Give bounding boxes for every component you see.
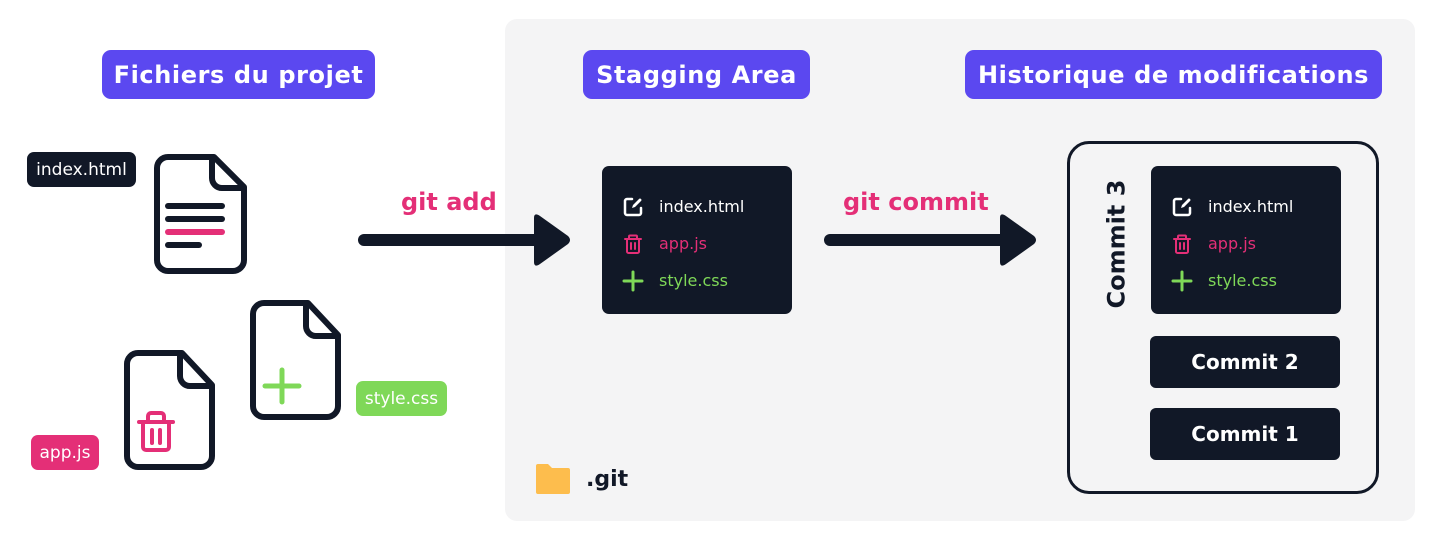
- document-plus-icon: [250, 300, 341, 420]
- edit-icon: [1171, 196, 1193, 218]
- change-item-deleted: app.js: [1171, 225, 1341, 262]
- heading-history: Historique de modifications: [965, 50, 1382, 99]
- plus-icon: [1171, 270, 1193, 292]
- commit-3-changes-panel: index.html app.js style.css: [1151, 166, 1341, 314]
- heading-staging-area: Stagging Area: [583, 50, 810, 99]
- change-item-deleted: app.js: [622, 225, 792, 262]
- commit-1-block: Commit 1: [1150, 408, 1340, 460]
- change-file-name: index.html: [659, 197, 745, 216]
- file-tag-style-css: style.css: [356, 381, 447, 416]
- file-tag-app-js: app.js: [31, 435, 99, 470]
- change-file-name: app.js: [659, 234, 707, 253]
- document-trash-icon: [124, 350, 215, 470]
- folder-icon: [536, 464, 570, 494]
- trash-icon: [1171, 233, 1193, 255]
- change-item-modified: index.html: [1171, 188, 1341, 225]
- plus-icon: [622, 270, 644, 292]
- file-tag-index-html: index.html: [27, 152, 136, 187]
- arrow-right-icon: [358, 214, 570, 266]
- change-file-name: app.js: [1208, 234, 1256, 253]
- change-item-added: style.css: [622, 262, 792, 299]
- git-folder-name: .git: [586, 466, 629, 492]
- change-file-name: style.css: [659, 271, 728, 290]
- git-folder-label: .git: [534, 462, 628, 496]
- trash-icon: [622, 233, 644, 255]
- change-file-name: index.html: [1208, 197, 1294, 216]
- edit-icon: [622, 196, 644, 218]
- commit-2-block: Commit 2: [1150, 336, 1340, 388]
- change-file-name: style.css: [1208, 271, 1277, 290]
- staging-changes-panel: index.html app.js style.css: [602, 166, 792, 314]
- document-lines-icon: [154, 154, 247, 274]
- change-item-modified: index.html: [622, 188, 792, 225]
- commit-3-label: Commit 3: [1094, 174, 1138, 314]
- change-item-added: style.css: [1171, 262, 1341, 299]
- commit-3-label-text: Commit 3: [1102, 179, 1130, 309]
- arrow-right-icon: [824, 214, 1036, 266]
- heading-project-files: Fichiers du projet: [102, 50, 375, 99]
